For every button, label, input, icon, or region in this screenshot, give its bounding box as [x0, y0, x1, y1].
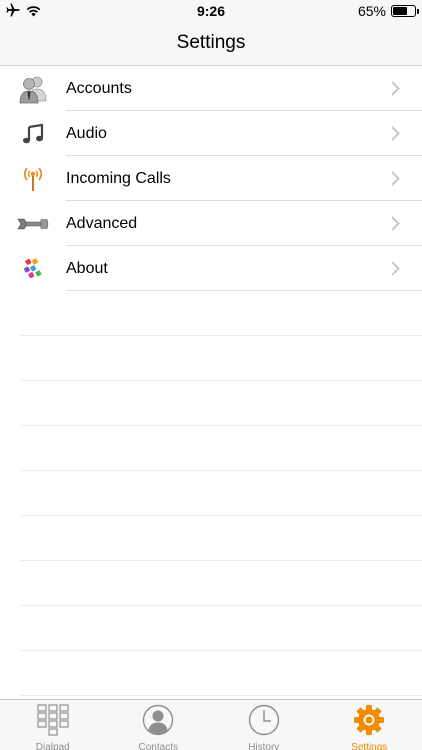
chevron-right-icon	[391, 81, 400, 101]
music-note-icon	[0, 111, 66, 156]
empty-row	[0, 291, 422, 336]
status-bar: 9:26 65%	[0, 0, 422, 22]
chevron-right-icon	[391, 216, 400, 236]
battery-icon	[391, 5, 419, 17]
settings-row-about[interactable]: About	[0, 246, 422, 291]
status-right: 65%	[357, 3, 419, 19]
antenna-icon	[0, 156, 66, 201]
tab-settings[interactable]: Settings	[317, 700, 422, 750]
settings-row-incoming-calls[interactable]: Incoming Calls	[0, 156, 422, 201]
settings-row-label: Audio	[66, 124, 107, 142]
clock-icon	[248, 704, 280, 741]
app-logo-icon	[0, 246, 66, 291]
settings-row-audio[interactable]: Audio	[0, 111, 422, 156]
chevron-right-icon	[391, 171, 400, 191]
settings-row-label: Advanced	[66, 214, 138, 232]
settings-row-accounts[interactable]: Accounts	[0, 66, 422, 111]
chevron-right-icon	[391, 261, 400, 281]
wrench-icon	[0, 201, 66, 246]
empty-row	[0, 606, 422, 651]
tab-label: History	[248, 742, 280, 750]
empty-row	[0, 516, 422, 561]
page-title: Settings	[176, 32, 246, 53]
gear-icon	[353, 704, 385, 741]
tab-label: Dialpad	[35, 742, 70, 750]
empty-row	[0, 381, 422, 426]
tab-contacts[interactable]: Contacts	[106, 700, 212, 750]
settings-row-advanced[interactable]: Advanced	[0, 201, 422, 246]
empty-row	[0, 651, 422, 696]
contacts-icon	[142, 704, 174, 741]
tab-label: Settings	[351, 742, 388, 750]
settings-row-label: Incoming Calls	[66, 169, 171, 187]
tab-bar: Dialpad Contacts History Settings	[0, 699, 422, 750]
dialpad-icon	[37, 704, 69, 741]
tab-dialpad[interactable]: Dialpad	[0, 700, 106, 750]
battery-fill	[393, 7, 407, 15]
tab-label: Contacts	[138, 742, 178, 750]
battery-percent: 65%	[357, 3, 386, 19]
accounts-icon	[0, 66, 66, 111]
empty-row	[0, 426, 422, 471]
empty-row	[0, 561, 422, 606]
chevron-right-icon	[391, 126, 400, 146]
settings-list: Accounts Audio Incoming Calls Advanced A…	[0, 66, 422, 696]
settings-row-label: Accounts	[66, 79, 132, 97]
settings-row-label: About	[66, 259, 108, 277]
empty-row	[0, 336, 422, 381]
nav-bar: Settings	[0, 22, 422, 66]
empty-row	[0, 471, 422, 516]
tab-history[interactable]: History	[211, 700, 317, 750]
